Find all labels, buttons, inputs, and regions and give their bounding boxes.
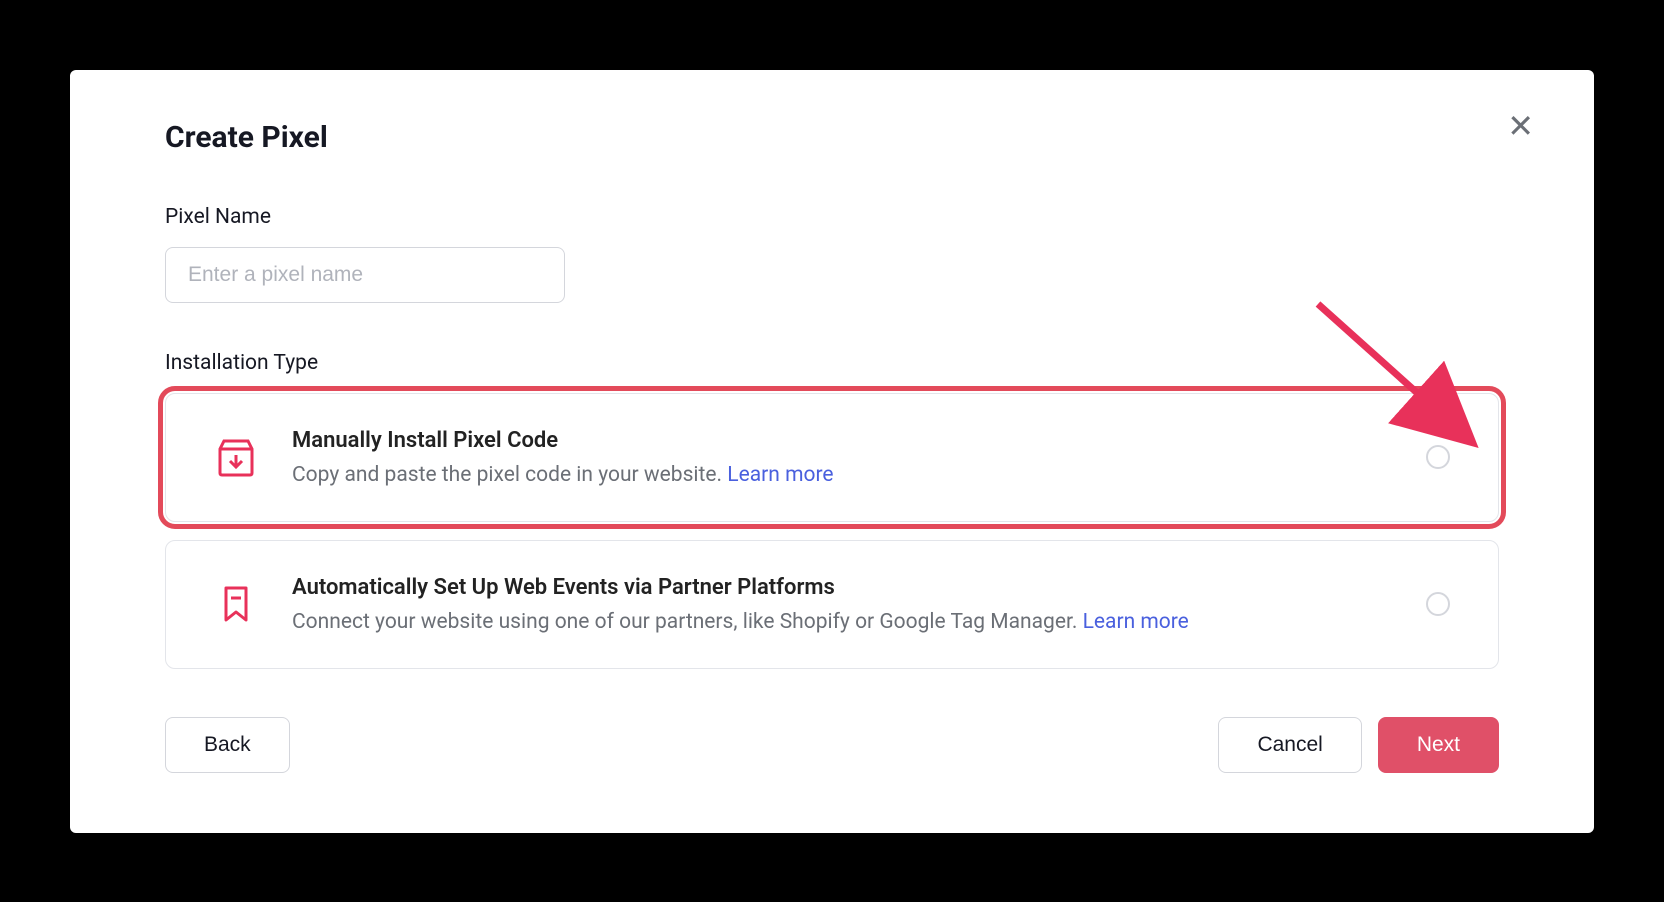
option-description: Copy and paste the pixel code in your we… — [292, 463, 1392, 487]
learn-more-link[interactable]: Learn more — [1083, 610, 1189, 634]
option-radio[interactable] — [1426, 592, 1450, 616]
installation-options: Manually Install Pixel Code Copy and pas… — [165, 393, 1499, 669]
option-description: Connect your website using one of our pa… — [292, 610, 1392, 634]
pixel-name-label: Pixel Name — [165, 205, 1499, 229]
learn-more-link[interactable]: Learn more — [727, 463, 833, 487]
modal-title: Create Pixel — [165, 120, 1499, 155]
next-button[interactable]: Next — [1378, 717, 1499, 773]
footer-right: Cancel Next — [1218, 717, 1499, 773]
modal-footer: Back Cancel Next — [165, 717, 1499, 773]
option-text: Manually Install Pixel Code Copy and pas… — [292, 428, 1392, 487]
option-text: Automatically Set Up Web Events via Part… — [292, 575, 1392, 634]
option-title: Manually Install Pixel Code — [292, 428, 1392, 453]
download-box-icon — [214, 435, 258, 479]
cancel-button[interactable]: Cancel — [1218, 717, 1361, 773]
installation-type-label: Installation Type — [165, 351, 1499, 375]
close-icon: ✕ — [1507, 108, 1534, 144]
close-button[interactable]: ✕ — [1507, 110, 1534, 142]
bookmark-icon — [214, 582, 258, 626]
option-auto-setup[interactable]: Automatically Set Up Web Events via Part… — [165, 540, 1499, 669]
option-radio[interactable] — [1426, 445, 1450, 469]
back-button[interactable]: Back — [165, 717, 290, 773]
create-pixel-modal: ✕ Create Pixel Pixel Name Installation T… — [70, 70, 1594, 833]
option-title: Automatically Set Up Web Events via Part… — [292, 575, 1392, 600]
pixel-name-input[interactable] — [165, 247, 565, 303]
option-manual-install[interactable]: Manually Install Pixel Code Copy and pas… — [165, 393, 1499, 522]
